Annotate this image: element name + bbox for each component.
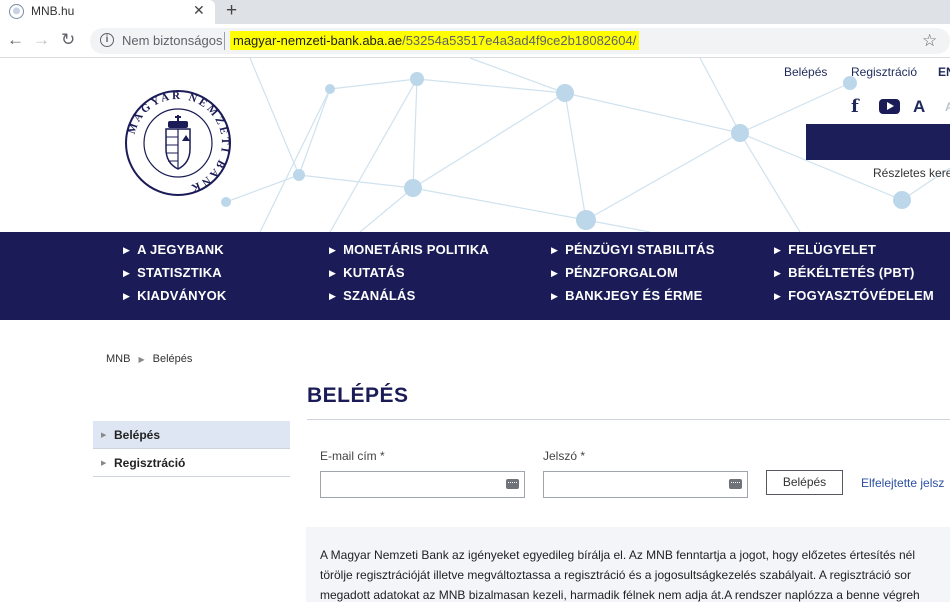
address-bar[interactable]: i Nem biztonságos magyar-nemzeti-bank.ab… xyxy=(90,28,950,54)
nav-penzforgalom[interactable]: ▶ PÉNZFORGALOM xyxy=(551,265,678,280)
tab-title: MNB.hu xyxy=(31,4,75,18)
detailed-search-link[interactable]: Részletes kere xyxy=(873,166,950,180)
mnb-logo[interactable]: MAGYAR NEMZETI BANK xyxy=(124,89,232,197)
email-field[interactable] xyxy=(320,471,525,498)
url-text[interactable]: magyar-nemzeti-bank.aba.ae/53254a53517e4… xyxy=(230,31,640,50)
header-login-link[interactable]: Belépés xyxy=(784,65,827,79)
breadcrumb-home[interactable]: MNB xyxy=(106,353,130,365)
forgot-password-link[interactable]: Elfelejtette jelsz xyxy=(861,476,944,490)
autofill-key-icon[interactable] xyxy=(506,479,519,489)
url-host: magyar-nemzeti-bank.aba.ae xyxy=(233,33,403,48)
header-register-link[interactable]: Regisztráció xyxy=(851,65,917,79)
search-input[interactable] xyxy=(806,124,950,160)
omnibox-divider xyxy=(224,32,225,50)
bookmark-star-icon[interactable]: ☆ xyxy=(922,31,937,51)
nav-monetaris-politika[interactable]: ▶ MONETÁRIS POLITIKA xyxy=(329,242,489,257)
autofill-key-icon[interactable] xyxy=(729,479,742,489)
youtube-icon[interactable] xyxy=(879,99,900,114)
nav-szanalas[interactable]: ▶ SZANÁLÁS xyxy=(329,288,416,303)
nav-a-jegybank[interactable]: ▶ A JEGYBANK xyxy=(123,242,224,257)
nav-bankjegy-es-erme[interactable]: ▶ BANKJEGY ÉS ÉRME xyxy=(551,288,702,303)
title-divider xyxy=(307,419,950,420)
triangle-right-icon: ▶ xyxy=(101,432,107,439)
favicon-icon xyxy=(9,4,24,19)
close-tab-icon[interactable]: ✕ xyxy=(193,2,205,19)
info-box: A Magyar Nemzeti Bank az igényeket egyed… xyxy=(306,527,950,602)
login-button[interactable]: Belépés xyxy=(766,470,843,495)
text-size-icon[interactable]: A xyxy=(913,97,925,117)
forward-icon[interactable]: → xyxy=(33,30,50,50)
password-label: Jelszó * xyxy=(543,449,586,463)
sidebar-item-label: Belépés xyxy=(114,428,161,442)
info-icon[interactable]: i xyxy=(100,33,114,47)
browser-toolbar: ← → ↻ i Nem biztonságos magyar-nemzeti-b… xyxy=(0,24,950,58)
browser-tab[interactable]: MNB.hu ✕ xyxy=(0,0,215,24)
password-field[interactable] xyxy=(543,471,748,498)
sidebar-item-regisztracio[interactable]: ▶ Regisztráció xyxy=(93,449,290,477)
page-title: BELÉPÉS xyxy=(307,384,409,407)
nav-kutatas[interactable]: ▶ KUTATÁS xyxy=(329,265,405,280)
nav-penzugyi-stabilitas[interactable]: ▶ PÉNZÜGYI STABILITÁS xyxy=(551,242,715,257)
breadcrumb-current: Belépés xyxy=(152,353,193,365)
browser-tab-strip: MNB.hu ✕ + xyxy=(0,0,950,24)
breadcrumb: MNB ▶ Belépés xyxy=(106,353,192,365)
breadcrumb-separator-icon: ▶ xyxy=(138,355,145,364)
site-header: MAGYAR NEMZETI BANK Belépés Regisztráció… xyxy=(0,58,950,232)
info-line: megadott adatokat az MNB bizalmasan keze… xyxy=(320,588,920,602)
reload-icon[interactable]: ↻ xyxy=(61,30,75,50)
nav-statisztika[interactable]: ▶ STATISZTIKA xyxy=(123,265,222,280)
info-line: A Magyar Nemzeti Bank az igényeket egyed… xyxy=(320,548,915,562)
new-tab-icon[interactable]: + xyxy=(226,0,237,22)
language-switch[interactable]: EN xyxy=(938,65,950,79)
triangle-right-icon: ▶ xyxy=(101,460,107,467)
nav-felugyelet[interactable]: ▶ FELÜGYELET xyxy=(774,242,876,257)
text-size-small-icon[interactable]: A xyxy=(945,100,950,114)
nav-kiadvanyok[interactable]: ▶ KIADVÁNYOK xyxy=(123,288,227,303)
main-navigation: ▶ A JEGYBANK ▶ STATISZTIKA ▶ KIADVÁNYOK ▶ MO… xyxy=(0,232,950,320)
sidebar-item-label: Regisztráció xyxy=(114,456,186,470)
url-path: /53254a53517e4a3ad4f9ce2b18082604/ xyxy=(402,33,637,48)
info-line: törölje regisztrációját illetve megválto… xyxy=(320,568,911,582)
side-navigation: ▶ Belépés ▶ Regisztráció xyxy=(93,421,290,477)
nav-fogyasztovedelem[interactable]: ▶ FOGYASZTÓVÉDELEM xyxy=(774,288,934,303)
info-text: A Magyar Nemzeti Bank az igényeket egyed… xyxy=(320,545,950,602)
email-label: E-mail cím * xyxy=(320,449,385,463)
back-icon[interactable]: ← xyxy=(7,30,24,50)
sidebar-item-belepes[interactable]: ▶ Belépés xyxy=(93,421,290,449)
security-label[interactable]: Nem biztonságos xyxy=(122,33,222,48)
nav-bekeltetes[interactable]: ▶ BÉKÉLTETÉS (PBT) xyxy=(774,265,915,280)
facebook-icon[interactable]: f xyxy=(851,96,859,117)
